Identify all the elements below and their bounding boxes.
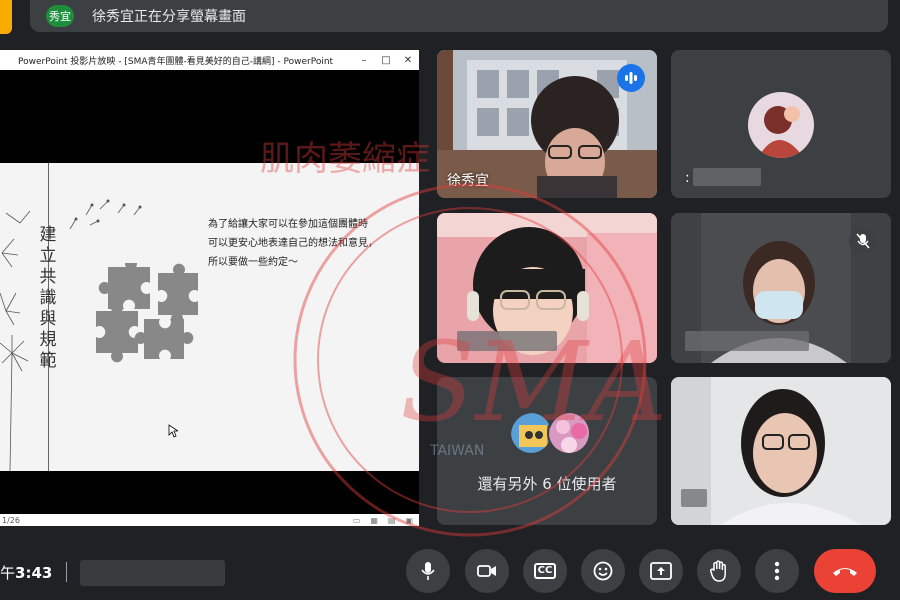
meeting-clock: 午3:43: [0, 564, 53, 582]
blurred-name: [681, 489, 707, 507]
emoji-icon: [593, 561, 613, 581]
raise-hand-button[interactable]: [697, 549, 741, 593]
slide-title: 建 立 共 識 與 規 範: [39, 225, 57, 371]
participant-tile-video-muted[interactable]: [671, 213, 891, 363]
avatar: [748, 92, 814, 158]
ppt-window-title: PowerPoint 投影片放映 - [SMA青年團體-看見美好的自己-講綱] …: [18, 56, 334, 67]
avatar: [547, 411, 591, 455]
mic-off-icon: [849, 227, 877, 255]
hand-icon: [710, 560, 726, 582]
presenter-avatar: 秀宜: [46, 5, 74, 27]
microphone-icon: [421, 562, 435, 580]
participant-tile-video[interactable]: [671, 377, 891, 525]
slide-sorter-icon[interactable]: ▦: [370, 516, 378, 525]
end-call-button[interactable]: [814, 549, 876, 593]
blurred-meeting-code: [80, 560, 225, 586]
minimize-icon[interactable]: –: [353, 55, 375, 66]
more-options-button[interactable]: [755, 549, 799, 593]
microphone-button[interactable]: [406, 549, 450, 593]
divider: [66, 562, 67, 582]
speaking-indicator-icon: [617, 64, 645, 92]
captions-icon: CC: [533, 563, 557, 579]
participant-name: :: [685, 170, 690, 186]
presentation-window[interactable]: PowerPoint 投影片放映 - [SMA青年團體-看見美好的自己-講綱] …: [0, 50, 419, 526]
captions-button[interactable]: CC: [523, 549, 567, 593]
blurred-name: [693, 168, 761, 186]
slide: 建 立 共 識 與 規 範 為了給讓大家可以在參加這個團體時 可以更安心地表達自…: [0, 163, 419, 471]
more-vert-icon: [774, 561, 780, 581]
end-call-icon: [833, 568, 857, 576]
slideshow-icon[interactable]: ▣: [405, 516, 413, 525]
participant-tile-presenter[interactable]: 徐秀宜: [437, 50, 657, 198]
present-button[interactable]: [639, 549, 683, 593]
blurred-name: [685, 331, 809, 351]
emoji-button[interactable]: [581, 549, 625, 593]
camera-icon: [477, 565, 496, 577]
share-banner: 秀宜 徐秀宜正在分享螢幕畫面: [30, 0, 888, 32]
close-icon[interactable]: ✕: [397, 55, 419, 66]
mouse-cursor-icon: [168, 424, 178, 438]
maximize-icon[interactable]: □: [375, 55, 397, 66]
ppt-statusbar: 1/26 ▭ ▦ ▤ ▣: [0, 514, 419, 526]
other-participants-tile[interactable]: 還有另外 6 位使用者: [437, 377, 657, 525]
reading-view-icon[interactable]: ▤: [388, 516, 396, 525]
other-participants-count: 還有另外 6 位使用者: [477, 475, 617, 493]
other-participants-avatars: [509, 411, 591, 455]
participant-tile-avatar[interactable]: :: [671, 50, 891, 198]
participant-name: 徐秀宜: [447, 173, 489, 189]
slide-page-indicator: 1/26: [2, 515, 20, 525]
slide-body-text: 為了給讓大家可以在參加這個團體時 可以更安心地表達自己的想法和意見， 所以要做一…: [208, 219, 378, 268]
participant-tile-video[interactable]: [437, 213, 657, 363]
blurred-name: [457, 331, 557, 351]
activity-tab[interactable]: [0, 0, 12, 34]
camera-button[interactable]: [465, 549, 509, 593]
normal-view-icon[interactable]: ▭: [353, 516, 361, 525]
puzzle-illustration: [96, 263, 198, 363]
ppt-titlebar: PowerPoint 投影片放映 - [SMA青年團體-看見美好的自己-講綱] …: [0, 50, 419, 70]
present-icon: [650, 562, 672, 580]
share-status-text: 徐秀宜正在分享螢幕畫面: [92, 9, 246, 25]
